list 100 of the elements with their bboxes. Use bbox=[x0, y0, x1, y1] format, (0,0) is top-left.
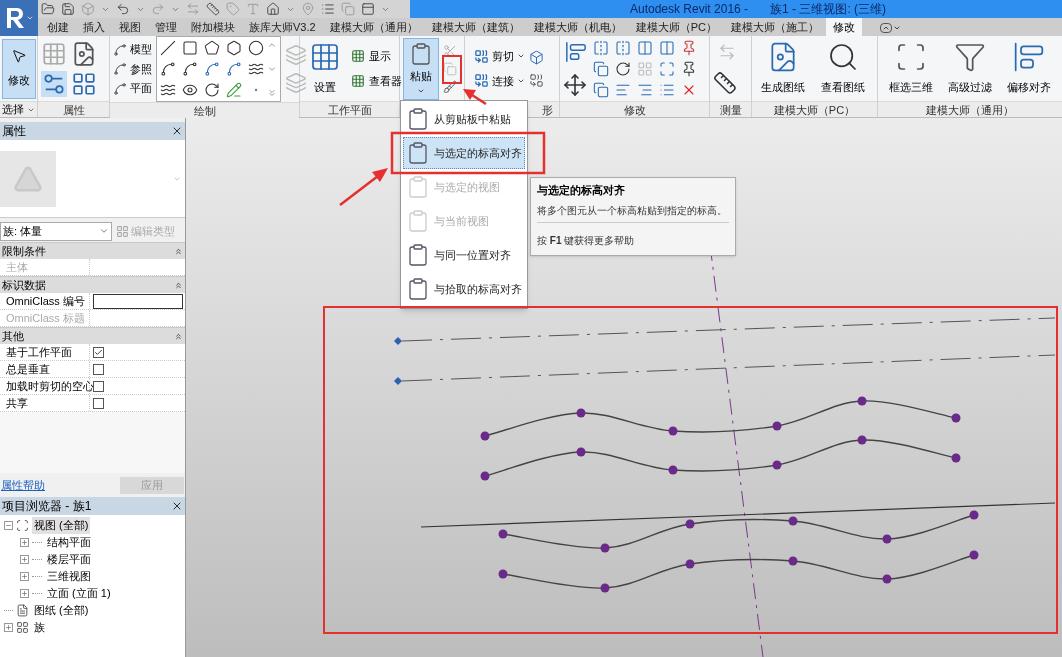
geometry-button[interactable]: 剪切 bbox=[474, 48, 525, 65]
expand-toggle[interactable] bbox=[20, 555, 29, 564]
modify-tool-button[interactable]: 修改 bbox=[1, 38, 36, 99]
property-field[interactable] bbox=[93, 293, 183, 309]
family-types-icon[interactable] bbox=[71, 70, 97, 97]
align-icon[interactable] bbox=[563, 40, 589, 63]
box-select-3d-button[interactable]: 框选三维 bbox=[883, 38, 940, 99]
ribbon-tab[interactable]: 管理 bbox=[148, 18, 184, 36]
tree-item[interactable]: 结构平面 bbox=[45, 534, 93, 551]
cut-icon[interactable] bbox=[443, 43, 457, 58]
draw-tool-button[interactable]: 平面 bbox=[113, 80, 152, 97]
save-icon[interactable] bbox=[61, 2, 75, 16]
expand-toggle[interactable] bbox=[20, 572, 29, 581]
arc-icon[interactable] bbox=[160, 61, 176, 77]
expand-toggle[interactable] bbox=[4, 623, 13, 632]
family-category-icon[interactable] bbox=[71, 40, 97, 67]
ribbon-tab[interactable]: 插入 bbox=[76, 18, 112, 36]
switch-windows-icon[interactable] bbox=[361, 2, 375, 16]
ribbon-tab[interactable]: 视图 bbox=[112, 18, 148, 36]
expand-toggle[interactable] bbox=[20, 538, 29, 547]
copy-icon[interactable] bbox=[443, 61, 457, 76]
polygon-icon[interactable] bbox=[226, 40, 242, 56]
unpin-icon[interactable] bbox=[681, 39, 697, 56]
group-header[interactable]: 限制条件 bbox=[0, 242, 185, 259]
level-line[interactable] bbox=[394, 354, 1056, 385]
tree-item[interactable]: 族 bbox=[32, 619, 47, 636]
split-icon[interactable] bbox=[637, 39, 653, 56]
checkbox[interactable] bbox=[93, 397, 104, 409]
copy-icon[interactable] bbox=[593, 81, 609, 98]
draw-tool-button[interactable]: 模型 bbox=[113, 41, 152, 58]
properties-help-link[interactable]: 属性帮助 bbox=[1, 476, 45, 494]
move-icon[interactable] bbox=[563, 72, 587, 97]
tree-item[interactable]: 图纸 (全部) bbox=[32, 602, 91, 619]
ribbon-tab[interactable]: 建模大师（PC） bbox=[628, 18, 724, 36]
view-sheets-button[interactable]: 查看图纸 bbox=[815, 38, 871, 99]
offset-align-button[interactable]: 偏移对齐 bbox=[1000, 38, 1057, 99]
ribbon-tab[interactable]: 族库大师V3.2 bbox=[242, 18, 323, 36]
arc-icon[interactable] bbox=[182, 61, 198, 77]
tree-item[interactable]: 三维视图 bbox=[45, 568, 93, 585]
tree-item[interactable]: 立面 (立面 1) bbox=[45, 585, 113, 602]
group-header[interactable]: 标识数据 bbox=[0, 276, 185, 293]
collapse-icon[interactable] bbox=[174, 246, 183, 256]
mirror-icon[interactable] bbox=[593, 39, 609, 56]
spline-curve[interactable] bbox=[480, 396, 961, 441]
aligned-dimension-icon[interactable] bbox=[713, 70, 737, 95]
set-work-plane-button[interactable]: 设置 bbox=[303, 38, 347, 99]
checkbox[interactable] bbox=[93, 363, 104, 375]
menu-item[interactable]: 与选定的标高对齐 bbox=[403, 137, 525, 169]
cube-icon[interactable] bbox=[529, 49, 544, 65]
line-icon[interactable] bbox=[160, 40, 176, 56]
ribbon-tab[interactable]: 建模大师（机电） bbox=[526, 18, 629, 36]
checkbox[interactable] bbox=[93, 346, 104, 358]
rectangle-icon[interactable] bbox=[182, 40, 198, 56]
ribbon-tab[interactable]: 建模大师（施工） bbox=[723, 18, 826, 36]
spline-curve[interactable] bbox=[498, 510, 979, 553]
group-header[interactable]: 其他 bbox=[0, 327, 185, 344]
expand-toggle[interactable] bbox=[20, 589, 29, 598]
ribbon-tab[interactable]: 附加模块 bbox=[184, 18, 242, 36]
circle-icon[interactable] bbox=[248, 40, 264, 56]
spline-icon[interactable] bbox=[248, 61, 264, 77]
tree-item[interactable]: 视图 (全部) bbox=[32, 517, 91, 534]
arc-icon[interactable] bbox=[226, 61, 242, 77]
work-plane-button[interactable]: 查看器 bbox=[351, 72, 402, 89]
draw-tool-button[interactable]: 参照 bbox=[113, 60, 152, 78]
spline-icon[interactable] bbox=[160, 82, 176, 98]
model-line[interactable] bbox=[420, 502, 1056, 528]
match-properties-icon[interactable] bbox=[443, 79, 457, 94]
ribbon-tab[interactable]: 修改 bbox=[825, 18, 862, 36]
scroll-up-icon[interactable] bbox=[267, 40, 277, 50]
ribbon-tab[interactable]: 创建 bbox=[40, 18, 76, 36]
checkbox[interactable] bbox=[93, 380, 104, 392]
close-icon[interactable] bbox=[171, 125, 183, 137]
pick-lines-icon[interactable] bbox=[226, 82, 242, 98]
ribbon-toggle-button[interactable] bbox=[879, 20, 901, 36]
type-selector[interactable]: 族: 体量 bbox=[0, 221, 112, 241]
geometry-button[interactable]: 连接 bbox=[474, 72, 525, 89]
advanced-filter-button[interactable]: 高级过滤 bbox=[942, 38, 998, 99]
generate-sheets-button[interactable]: 生成图纸 bbox=[755, 38, 811, 99]
app-menu-button[interactable] bbox=[0, 0, 38, 36]
arc-icon[interactable] bbox=[204, 61, 220, 77]
level-line[interactable] bbox=[394, 317, 1056, 345]
split-icon[interactable] bbox=[659, 39, 675, 56]
work-plane-button[interactable]: 显示 bbox=[351, 48, 402, 65]
split-face-icon[interactable] bbox=[529, 72, 544, 88]
undo-icon[interactable] bbox=[116, 2, 130, 16]
scale-icon[interactable] bbox=[659, 60, 675, 77]
pin-icon[interactable] bbox=[681, 60, 697, 77]
menu-item[interactable]: 与拾取的标高对齐 bbox=[403, 273, 525, 305]
collapse-icon[interactable] bbox=[174, 331, 183, 341]
ribbon-tab[interactable]: 建模大师（建筑） bbox=[424, 18, 527, 36]
close-icon[interactable] bbox=[171, 500, 183, 512]
scroll-down-icon[interactable] bbox=[267, 64, 277, 74]
collapse-icon[interactable] bbox=[174, 280, 183, 290]
list-icon[interactable] bbox=[321, 2, 335, 16]
collapse-toggle[interactable] bbox=[4, 521, 13, 530]
properties-icon[interactable] bbox=[41, 70, 67, 97]
spline-curve[interactable] bbox=[480, 435, 961, 481]
paste-button[interactable]: 粘贴 bbox=[403, 37, 439, 100]
polygon-icon[interactable] bbox=[204, 40, 220, 56]
menu-item[interactable]: 与同一位置对齐 bbox=[403, 239, 525, 271]
